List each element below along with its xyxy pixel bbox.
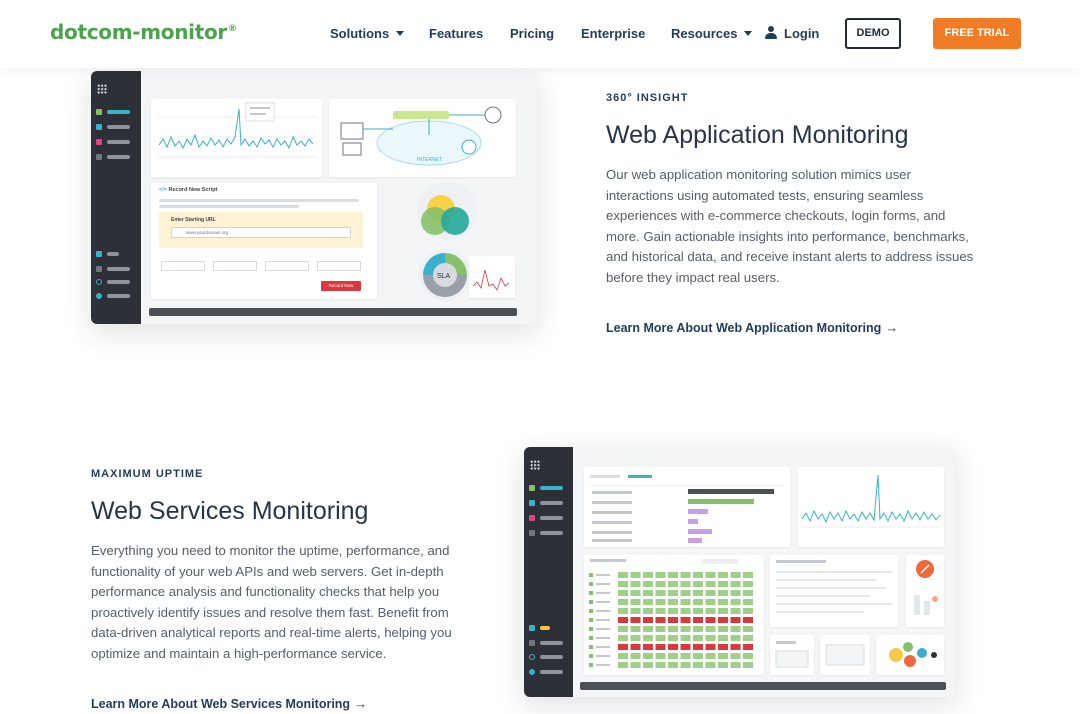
devices-table-panel [584, 467, 790, 547]
record-script-title: </> Record New Script [159, 187, 218, 193]
status-grid-panel [584, 555, 764, 675]
login-link[interactable]: Login [765, 26, 819, 41]
arrow-right-icon: → [354, 696, 368, 711]
alert-graphic [914, 560, 938, 615]
chevron-down-icon [744, 31, 753, 36]
sla-label: SLA [437, 273, 451, 280]
web-services-description: Everything you need to monitor the uptim… [91, 543, 452, 661]
report-panel [770, 555, 898, 627]
dotcom-monitor-logo[interactable]: dotcom-monitor® [50, 20, 237, 44]
web-app-title: Web Application Monitoring [606, 121, 909, 149]
url-input-area: Enter Starting URL www.yourdomain.org [159, 212, 363, 248]
alert-panel [906, 555, 944, 627]
demo-button[interactable]: DEMO [845, 18, 901, 49]
top-navigation: dotcom-monitor® Solutions Features Prici… [0, 0, 1080, 68]
mini-chart [472, 269, 510, 291]
mini-chart-panel [469, 256, 515, 298]
response-time-chart [157, 102, 316, 158]
uptime-chart-panel [798, 467, 944, 547]
nav-item-pricing[interactable]: Pricing [510, 26, 554, 41]
mini-panel-1 [770, 635, 814, 675]
web-app-description: Our web application monitoring solution … [606, 167, 974, 285]
free-trial-button[interactable]: FREE TRIAL [933, 18, 1021, 49]
video-scrub-bar[interactable] [149, 308, 517, 316]
report-lines [776, 560, 892, 613]
nav-item-features[interactable]: Features [429, 26, 483, 41]
web-app-monitoring-screenshot: INTERNET </> Record New Script Enter Sta… [91, 71, 537, 324]
status-grid [589, 559, 753, 668]
url-input[interactable]: www.yourdomain.org [171, 227, 351, 238]
internet-label: INTERNET [417, 157, 442, 163]
app-sidebar [524, 447, 573, 697]
grid-icon [97, 84, 107, 94]
network-diagram-panel: INTERNET [329, 99, 516, 177]
app-sidebar [91, 71, 141, 324]
record-script-panel: </> Record New Script Enter Starting URL… [151, 183, 377, 299]
network-diagram: INTERNET [340, 106, 502, 166]
uptime-chart [801, 474, 941, 528]
nav-item-enterprise[interactable]: Enterprise [581, 26, 645, 41]
bubble-graphic [889, 642, 937, 667]
record-now-button[interactable]: Record Now [321, 281, 361, 291]
web-services-eyebrow: MAXIMUM UPTIME [91, 468, 204, 480]
web-services-title: Web Services Monitoring [91, 497, 369, 525]
user-icon [765, 26, 777, 39]
url-label: Enter Starting URL [171, 217, 216, 223]
bubble-panel [876, 635, 944, 675]
web-services-learn-more-link[interactable]: Learn More About Web Services Monitoring… [91, 696, 367, 711]
devices-table [590, 475, 784, 543]
web-services-monitoring-screenshot [524, 447, 955, 697]
nav-item-resources[interactable]: Resources [671, 26, 753, 41]
grid-icon [530, 460, 540, 470]
chevron-down-icon [396, 31, 405, 36]
response-time-chart-panel [151, 99, 322, 177]
web-app-eyebrow: 360° INSIGHT [606, 92, 689, 104]
arrow-right-icon: → [885, 320, 899, 335]
mini-panel-2 [820, 635, 870, 675]
video-scrub-bar[interactable] [580, 682, 946, 690]
nav-item-solutions[interactable]: Solutions [330, 26, 405, 41]
web-app-learn-more-link[interactable]: Learn More About Web Application Monitor… [606, 320, 898, 335]
